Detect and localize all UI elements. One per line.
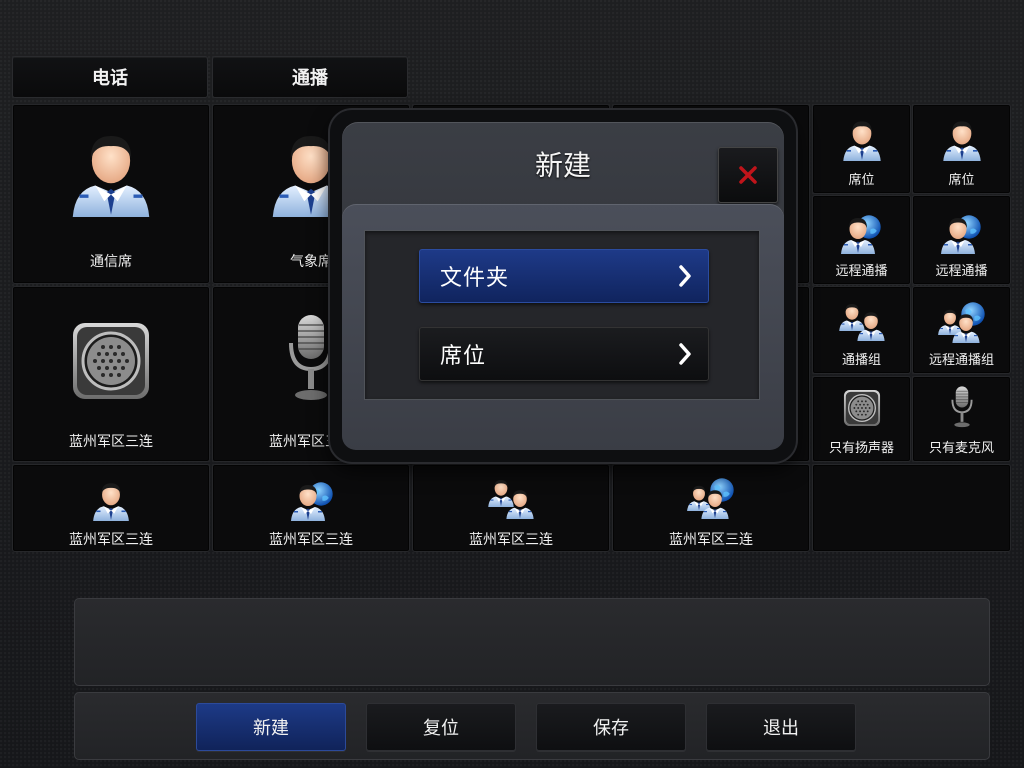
officer-globe-icon (940, 215, 981, 254)
tab-broadcast[interactable]: 通播 (212, 56, 408, 98)
officer-icon (66, 127, 156, 217)
tile-label: 蓝州军区三连 (269, 532, 353, 548)
speaker-icon (843, 389, 881, 427)
microphone-icon (286, 313, 336, 403)
tile-speaker-only[interactable]: 只有扬声器 (812, 376, 911, 462)
tile-label: 蓝州军区三连 (469, 532, 553, 548)
dialog-body: 文件夹 席位 (342, 204, 784, 450)
close-button[interactable] (718, 147, 778, 203)
tile-item[interactable]: 蓝州军区三连 (212, 464, 410, 552)
officer-group-globe-icon (687, 478, 734, 519)
tile-label: 蓝州军区三连 (669, 532, 753, 548)
close-icon (738, 165, 758, 185)
tile-broadcast-group[interactable]: 通播组 (812, 286, 911, 374)
new-button[interactable]: 新建 (196, 703, 346, 751)
officer-icon (90, 479, 132, 521)
officer-globe-icon (291, 482, 333, 521)
chevron-right-icon (678, 265, 692, 287)
tile-label: 通信席 (90, 254, 132, 270)
tile-label: 通播组 (841, 353, 881, 368)
option-label: 席位 (440, 344, 487, 369)
tile-remote-broadcast[interactable]: 远程通播 (812, 195, 911, 285)
tile-remote-broadcast[interactable]: 远程通播 (912, 195, 1011, 285)
tile-empty[interactable] (812, 464, 1011, 552)
tile-label: 只有扬声器 (828, 441, 894, 456)
option-seat[interactable]: 席位 (419, 327, 709, 381)
tile-label: 蓝州军区三连 (69, 434, 153, 450)
tile-item[interactable]: 蓝州军区三连 (612, 464, 810, 552)
speaker-icon (71, 321, 151, 401)
save-button[interactable]: 保存 (536, 703, 686, 751)
option-label: 文件夹 (440, 266, 510, 291)
officer-icon (840, 117, 884, 161)
tile-seat[interactable]: 席位 (912, 104, 1011, 194)
tile-label: 席位 (948, 173, 975, 188)
tile-microphone-only[interactable]: 只有麦克风 (912, 376, 1011, 462)
tile-label: 只有麦克风 (928, 441, 994, 456)
chevron-right-icon (678, 343, 692, 365)
new-dialog: 新建 文件夹 席位 (330, 110, 796, 462)
officer-group-icon (838, 304, 885, 341)
microphone-icon (950, 385, 974, 429)
officer-group-icon (488, 480, 534, 519)
dialog-frame: 新建 文件夹 席位 (342, 122, 784, 450)
tile-label: 席位 (848, 173, 875, 188)
tile-label: 蓝州军区三连 (69, 532, 153, 548)
tile-speaker[interactable]: 蓝州军区三连 (12, 286, 210, 462)
officer-group-globe-icon (937, 302, 985, 343)
reset-button[interactable]: 复位 (366, 703, 516, 751)
tile-remote-broadcast-group[interactable]: 远程通播组 (912, 286, 1011, 374)
officer-icon (940, 117, 984, 161)
tile-item[interactable]: 蓝州军区三连 (12, 464, 210, 552)
tile-label: 远程通播 (935, 264, 988, 279)
tile-item[interactable]: 蓝州军区三连 (412, 464, 610, 552)
dialog-options-list: 文件夹 席位 (364, 230, 760, 400)
tab-phone[interactable]: 电话 (12, 56, 208, 98)
info-panel (74, 598, 990, 686)
tile-label: 远程通播组 (928, 353, 994, 368)
tile-seat[interactable]: 席位 (812, 104, 911, 194)
exit-button[interactable]: 退出 (706, 703, 856, 751)
tile-label: 远程通播 (835, 264, 888, 279)
officer-globe-icon (840, 215, 881, 254)
option-folder[interactable]: 文件夹 (419, 249, 709, 303)
tile-comm-seat[interactable]: 通信席 (12, 104, 210, 284)
